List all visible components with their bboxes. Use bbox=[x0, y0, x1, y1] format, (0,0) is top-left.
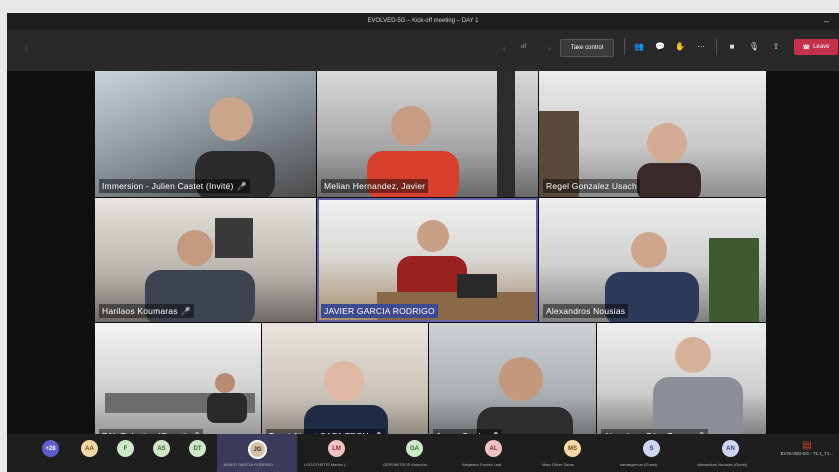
avatar[interactable]: S bbox=[643, 440, 660, 457]
avatar[interactable]: GA bbox=[406, 440, 423, 457]
participants-strip: +28 AA F AS DT JG JAVIER GARCIA RODRIGO … bbox=[7, 434, 839, 472]
tile-name-label: Alexandros Nousias bbox=[543, 304, 629, 318]
video-tile[interactable]: Harilaos Koumaras 🎤 bbox=[95, 198, 316, 322]
avatar[interactable]: AA bbox=[81, 440, 98, 457]
participant-name: GEROMITSOS Antonios... bbox=[383, 462, 430, 467]
take-control-button[interactable]: Take control bbox=[560, 39, 614, 57]
shared-file[interactable]: ▤ EVOLVED-5G - T1.1_T1... bbox=[777, 440, 837, 470]
tile-name-label: JAVIER GARCIA RODRIGO bbox=[321, 304, 438, 318]
avatar[interactable]: AS bbox=[153, 440, 170, 457]
toolbar-divider bbox=[716, 39, 717, 55]
video-tile[interactable]: Alexandros Nousias bbox=[539, 198, 766, 322]
avatar[interactable]: F bbox=[117, 440, 134, 457]
video-grid: Immersion - Julien Castet (Invité) 🎤 Meli… bbox=[95, 71, 766, 447]
leave-button[interactable]: ☎ Leave bbox=[794, 39, 838, 55]
teams-meeting-window: EVOLVED-5G – Kick-off meeting – DAY 1 – … bbox=[7, 13, 839, 472]
more-options-icon[interactable]: ⋯ bbox=[695, 41, 707, 53]
camera-icon[interactable]: ■ bbox=[726, 41, 738, 53]
file-icon: ▤ bbox=[802, 440, 812, 451]
avatar[interactable]: AN bbox=[722, 440, 739, 457]
video-tile[interactable]: Almudena Díaz Zayas🎤 bbox=[597, 323, 766, 447]
video-tile[interactable]: PAL Robotics (Guest)🎤 bbox=[95, 323, 261, 447]
tile-name-label: Immersion - Julien Castet (Invité) 🎤 bbox=[99, 179, 250, 193]
mic-off-icon: 🎤 bbox=[180, 307, 191, 316]
share-screen-icon[interactable]: ⇧ bbox=[770, 41, 782, 53]
video-tile[interactable]: Tanel Järvet CAFA TECH🎤 bbox=[262, 323, 428, 447]
menu-icon[interactable]: ⋮ bbox=[23, 45, 30, 53]
mic-off-icon: 🎤 bbox=[236, 182, 247, 191]
avatar[interactable]: MS bbox=[564, 440, 581, 457]
avatar[interactable]: AL bbox=[485, 440, 502, 457]
presenter-name: JAVIER GARCIA RODRIGO bbox=[223, 462, 274, 467]
more-participants-badge[interactable]: +28 bbox=[42, 440, 59, 457]
avatar: JG bbox=[248, 440, 267, 459]
mic-icon[interactable]: 🎙 bbox=[748, 41, 760, 53]
raise-hand-icon[interactable]: ✋ bbox=[674, 41, 686, 53]
participant-name: Marc Oliver Sams bbox=[542, 462, 574, 467]
avatar[interactable]: LM bbox=[328, 440, 345, 457]
tile-name-label: Melian Hernandez, Javier bbox=[321, 179, 429, 193]
chat-icon[interactable]: 💬 bbox=[654, 41, 666, 53]
minimize-icon[interactable]: – bbox=[824, 16, 829, 26]
tile-name-label: Harilaos Koumaras 🎤 bbox=[99, 304, 194, 318]
participant-name: sanakgrimon (Guest) bbox=[620, 462, 658, 467]
video-tile[interactable]: Immersion - Julien Castet (Invité) 🎤 bbox=[95, 71, 316, 197]
title-bar: EVOLVED-5G – Kick-off meeting – DAY 1 – bbox=[7, 13, 839, 30]
leave-label: Leave bbox=[813, 44, 830, 50]
tile-name-label: Regel Gonzalez Usach bbox=[543, 179, 640, 193]
window-title: EVOLVED-5G – Kick-off meeting – DAY 1 bbox=[367, 18, 479, 24]
presenter-thumbnail[interactable]: JG JAVIER GARCIA RODRIGO bbox=[217, 434, 297, 472]
prev-page-icon[interactable]: ‹ bbox=[503, 44, 506, 53]
meeting-toolbar: ⋮ ‹ of › Take control 👥 💬 ✋ ⋯ ■ 🎙 ⇧ ☎ Le… bbox=[7, 30, 839, 71]
participant-name: Alejandro Fornés Leal bbox=[462, 462, 502, 467]
video-tile[interactable]: Regel Gonzalez Usach bbox=[539, 71, 766, 197]
next-page-icon[interactable]: › bbox=[548, 44, 551, 53]
video-tile-active-speaker[interactable]: JAVIER GARCIA RODRIGO bbox=[317, 198, 538, 322]
avatar[interactable]: DT bbox=[189, 440, 206, 457]
file-name: EVOLVED-5G - T1.1_T1... bbox=[780, 451, 834, 456]
participants-icon[interactable]: 👥 bbox=[633, 41, 645, 53]
pagination-text: of bbox=[521, 44, 527, 50]
participant-name: LOGOTHETIS Marios (... bbox=[304, 462, 349, 467]
phone-icon: ☎ bbox=[802, 44, 811, 51]
participant-name: Alexandros Nousias (Guest) bbox=[697, 462, 748, 467]
video-tile[interactable]: Melian Hernandez, Javier bbox=[317, 71, 538, 197]
video-tile[interactable]: Janez Sterle🎤 bbox=[429, 323, 596, 447]
toolbar-divider bbox=[624, 39, 625, 55]
